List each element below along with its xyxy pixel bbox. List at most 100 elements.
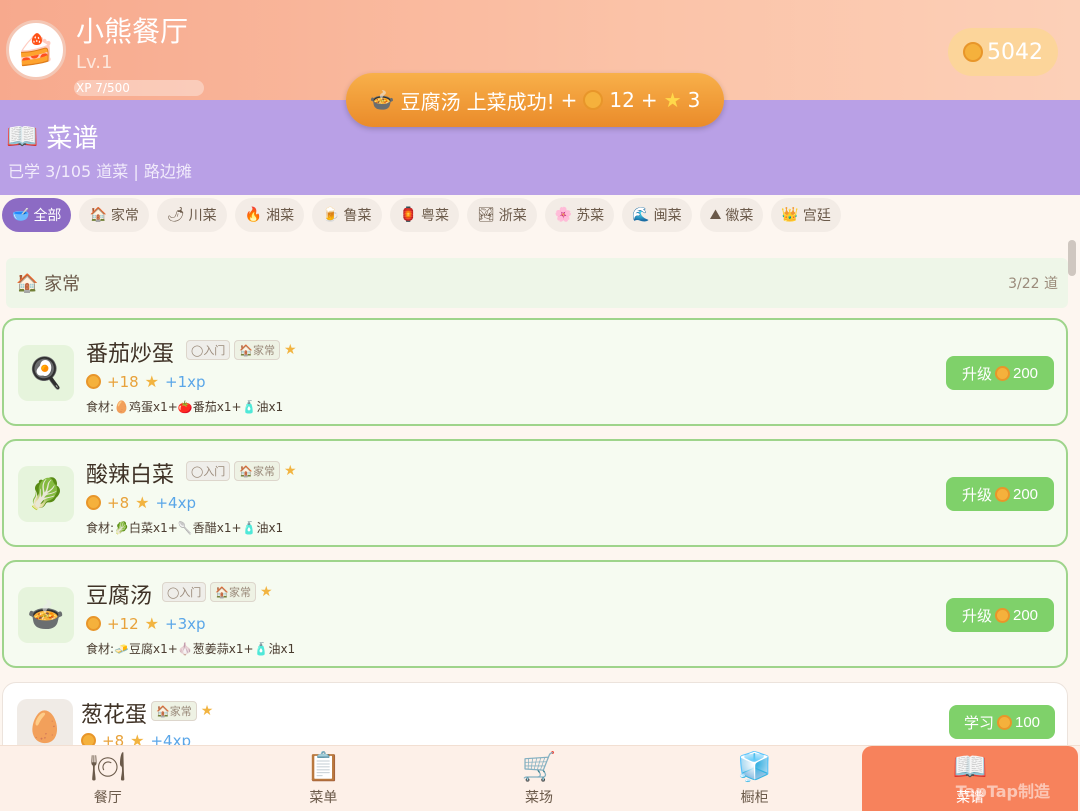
upgrade-button[interactable]: 升级 200 <box>946 598 1054 632</box>
house-icon: 🏠 <box>16 272 39 294</box>
nav-label: 餐厅 <box>93 789 122 806</box>
button-label: 升级 <box>961 365 992 383</box>
tab-sichuan[interactable]: 🌶 川菜 <box>156 198 227 232</box>
gold-reward: +12 <box>107 614 139 633</box>
soup-pot-icon: 🍲 <box>18 587 74 643</box>
nav-market[interactable]: 🛒 菜场 <box>431 746 647 811</box>
coin-icon <box>996 714 1012 730</box>
upgrade-button[interactable]: 升级 200 <box>946 356 1054 390</box>
group-header[interactable]: 🏠 家常 3/22 道 <box>6 258 1068 308</box>
frying-pan-icon: 🍳 <box>18 345 74 401</box>
page-title-text: 菜谱 <box>46 124 99 154</box>
mountain-icon: ⛰ <box>709 207 722 223</box>
star-icon: ★ <box>144 614 159 633</box>
dish-name: 豆腐汤 <box>86 584 153 609</box>
coin-icon <box>994 607 1010 623</box>
tab-label: 湘菜 <box>266 208 295 224</box>
nav-cupboard[interactable]: 🧊 橱柜 <box>647 746 863 811</box>
nav-restaurant[interactable]: 🍽 餐厅 <box>0 746 216 811</box>
ingredients: 食材:🥚鸡蛋x1+🍅番茄x1+🧴油x1 <box>86 400 284 414</box>
xp-bar: XP 7/500 <box>74 80 204 96</box>
bowl-icon: 🥣 <box>12 207 30 223</box>
button-label: 升级 <box>961 607 992 625</box>
tab-imperial[interactable]: 👑 宫廷 <box>771 198 841 232</box>
star-icon: ★ <box>663 88 682 112</box>
tab-hunan[interactable]: 🔥 湘菜 <box>234 198 305 232</box>
gold-reward: +8 <box>107 493 130 512</box>
tag-level-text: 入门 <box>203 344 226 357</box>
scrollbar-track[interactable] <box>1068 240 1076 745</box>
star-icon: ★ <box>284 463 297 479</box>
star-icon: ★ <box>144 372 159 391</box>
tab-shandong[interactable]: 🍺 鲁菜 <box>312 198 382 232</box>
dish-name: 葱花蛋 <box>81 703 148 728</box>
star-icon: ★ <box>260 584 273 600</box>
coin-icon <box>86 616 101 631</box>
page-title: 📖 菜谱 <box>6 118 98 155</box>
tag-category-text: 家常 <box>253 465 276 478</box>
tag-level-text: 入门 <box>179 586 202 599</box>
dish-tags: 🏠家常 ★ <box>151 701 213 721</box>
tab-home[interactable]: 🏠 家常 <box>79 198 149 232</box>
tab-label: 鲁菜 <box>343 208 372 224</box>
dish-rewards: +18 ★ +1xp <box>86 372 206 391</box>
tab-fujian[interactable]: 🌊 闽菜 <box>622 198 692 232</box>
chili-icon: 🌶 <box>166 207 185 223</box>
dish-card[interactable]: 🍳 番茄炒蛋 ◯入门 🏠家常 ★ +18 ★ +1xp 食材:🥚鸡蛋x1+🍅番茄… <box>2 318 1068 426</box>
tag-category-text: 家常 <box>169 705 192 718</box>
nav-menu[interactable]: 📋 菜单 <box>216 746 432 811</box>
tag-category-text: 家常 <box>253 344 276 357</box>
coin-balance[interactable]: 5042 <box>948 28 1058 76</box>
tab-all[interactable]: 🥣 全部 <box>2 198 72 232</box>
tab-anhui[interactable]: ⛰ 徽菜 <box>699 198 764 232</box>
learn-button[interactable]: 学习 100 <box>949 705 1055 739</box>
cart-icon: 🛒 <box>521 749 557 783</box>
xp-reward: +1xp <box>165 372 206 391</box>
dish-card[interactable]: 🍲 豆腐汤 ◯入门 🏠家常 ★ +12 ★ +3xp 食材:🧈豆腐x1+🧄葱姜蒜… <box>2 560 1068 668</box>
ingredients: 食材:🧈豆腐x1+🧄葱姜蒜x1+🧴油x1 <box>86 642 296 656</box>
xp-reward: +3xp <box>165 614 206 633</box>
soup-icon: 🍲 <box>369 88 395 112</box>
coin-icon <box>994 365 1010 381</box>
cake-icon[interactable]: 🍰 <box>6 20 66 80</box>
tab-label: 苏菜 <box>576 208 605 224</box>
button-label: 学习 <box>963 714 994 732</box>
toast-coin-value: 12 <box>609 88 635 112</box>
house-icon: 🏠 <box>89 207 107 223</box>
group-name: 家常 <box>44 274 81 295</box>
tag-category: 🏠家常 <box>210 582 257 602</box>
lantern-icon: 🏮 <box>399 207 417 223</box>
tab-jiangsu[interactable]: 🌸 苏菜 <box>544 198 615 232</box>
upgrade-button[interactable]: 升级 200 <box>946 477 1054 511</box>
coin-icon <box>86 495 101 510</box>
fire-icon: 🔥 <box>244 207 263 223</box>
scrollbar-thumb[interactable] <box>1068 240 1076 276</box>
toast-star-value: 3 <box>687 88 701 112</box>
dish-tags: ◯入门 🏠家常 ★ <box>162 582 273 602</box>
tab-label: 宫廷 <box>802 208 831 224</box>
coin-icon <box>963 42 983 62</box>
restaurant-name: 小熊餐厅 <box>76 15 189 48</box>
star-icon: ★ <box>284 342 297 358</box>
cabbage-icon: 🥬 <box>18 466 74 522</box>
watermark: TapTap制造 <box>955 782 1050 801</box>
coin-icon <box>86 374 101 389</box>
star-icon: ★ <box>200 703 214 719</box>
nav-label: 菜单 <box>309 789 338 806</box>
tab-label: 川菜 <box>188 208 217 224</box>
coin-icon <box>583 90 604 110</box>
landscape-icon: 🏞 <box>476 207 495 223</box>
plate-icon: 🍽 <box>90 749 126 783</box>
xp-reward: +4xp <box>155 493 196 512</box>
category-tabs: 🥣 全部 🏠 家常 🌶 川菜 🔥 湘菜 🍺 鲁菜 🏮 粤菜 🏞 浙菜 🌸 苏菜 🌊 闽菜 ⛰ 徽菜 … <box>0 198 1080 238</box>
clipboard-icon: 📋 <box>305 749 341 783</box>
dish-card[interactable]: 🥬 酸辣白菜 ◯入门 🏠家常 ★ +8 ★ +4xp 食材:🥬白菜x1+🥄香醋x… <box>2 439 1068 547</box>
tab-zhejiang[interactable]: 🏞 浙菜 <box>466 198 537 232</box>
nav-label: 菜场 <box>524 789 553 806</box>
ingredients: 食材:🥬白菜x1+🥄香醋x1+🧴油x1 <box>86 521 284 535</box>
book-icon: 📖 <box>6 121 39 152</box>
tab-label: 浙菜 <box>498 208 527 224</box>
dish-name: 番茄炒蛋 <box>86 342 175 367</box>
gold-reward: +18 <box>107 372 139 391</box>
tab-cantonese[interactable]: 🏮 粤菜 <box>389 198 459 232</box>
